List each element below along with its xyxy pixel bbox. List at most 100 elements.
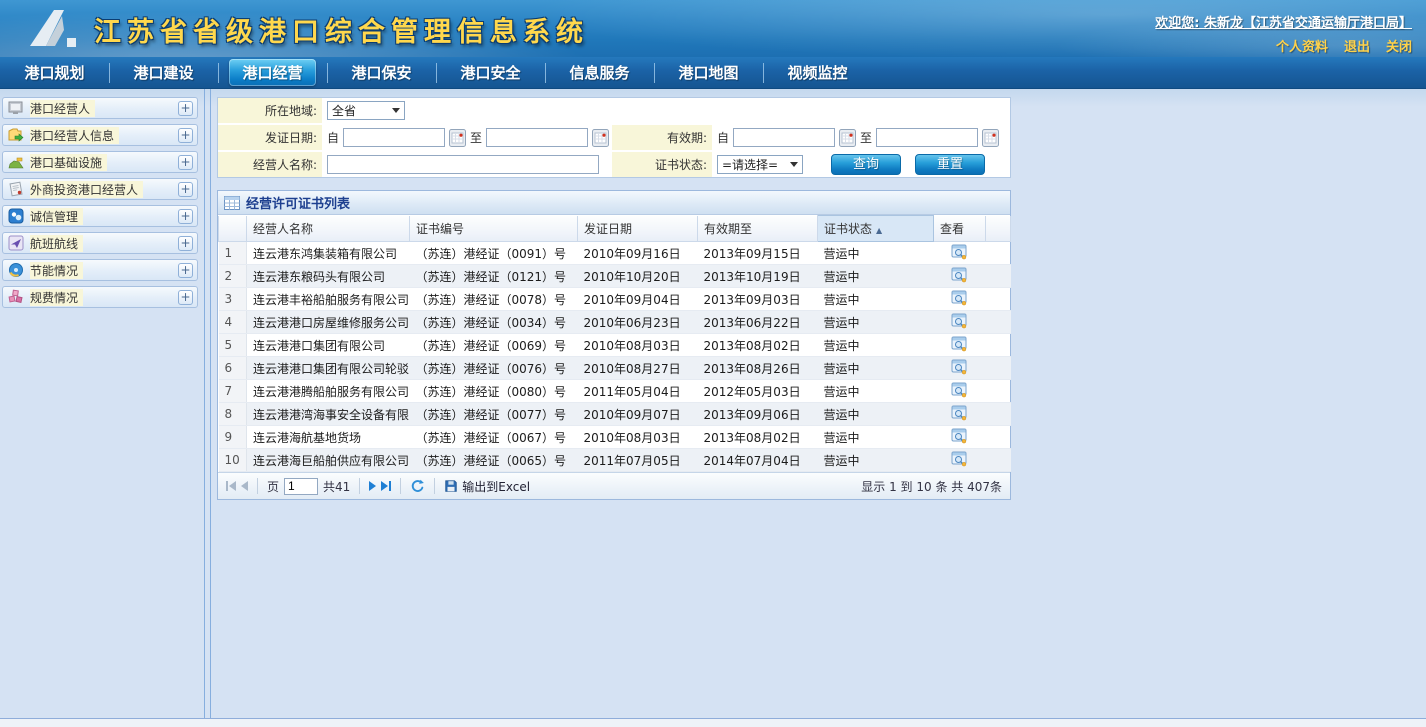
monitor-icon bbox=[8, 100, 25, 116]
close-link[interactable]: 关闭 bbox=[1386, 36, 1412, 55]
cert-status-cell: 营运中 bbox=[818, 380, 934, 403]
first-page-button[interactable] bbox=[226, 481, 236, 491]
sidebar-item[interactable]: 港口经营人信息 + bbox=[2, 124, 198, 146]
region-select-value: 全省 bbox=[332, 102, 356, 119]
valid-until-cell: 2013年06月22日 bbox=[698, 311, 818, 334]
col-issue-date[interactable]: 发证日期 bbox=[578, 216, 698, 242]
expand-plus-button[interactable]: + bbox=[178, 209, 193, 224]
page-input[interactable] bbox=[284, 478, 318, 495]
nav-tab[interactable]: 港口建设 bbox=[109, 57, 218, 89]
view-icon[interactable] bbox=[951, 359, 968, 375]
calendar-icon[interactable] bbox=[839, 129, 856, 147]
logout-link[interactable]: 退出 bbox=[1344, 36, 1370, 55]
from-label: 自 bbox=[327, 129, 339, 146]
export-excel-label: 输出到Excel bbox=[462, 478, 530, 495]
cert-status-cell: 营运中 bbox=[818, 449, 934, 472]
sidebar-item[interactable]: 航班航线 + bbox=[2, 232, 198, 254]
view-icon[interactable] bbox=[951, 382, 968, 398]
sidebar-divider bbox=[200, 89, 217, 718]
sidebar-item[interactable]: 节能情况 + bbox=[2, 259, 198, 281]
view-icon[interactable] bbox=[951, 405, 968, 421]
page-title: 江苏省省级港口综合管理信息系统 bbox=[94, 10, 589, 49]
expand-plus-button[interactable]: + bbox=[178, 290, 193, 305]
expand-plus-button[interactable]: + bbox=[178, 182, 193, 197]
main-nav: 港口规划港口建设港口经营港口保安港口安全信息服务港口地图视频监控 bbox=[0, 57, 1426, 89]
refresh-button[interactable] bbox=[410, 479, 425, 494]
expand-plus-button[interactable]: + bbox=[178, 155, 193, 170]
last-page-button[interactable] bbox=[381, 481, 391, 491]
table-icon bbox=[224, 196, 240, 210]
col-valid-until[interactable]: 有效期至 bbox=[698, 216, 818, 242]
to-label: 至 bbox=[470, 129, 482, 146]
reset-button[interactable]: 重置 bbox=[915, 154, 985, 175]
expand-plus-button[interactable]: + bbox=[178, 128, 193, 143]
row-number: 4 bbox=[219, 311, 247, 334]
validity-to-input[interactable] bbox=[876, 128, 978, 147]
nav-tab[interactable]: 港口安全 bbox=[436, 57, 545, 89]
issue-date-cell: 2010年09月07日 bbox=[578, 403, 698, 426]
cert-list-panel: 经营许可证书列表 经营人名称 证书编号 发证日期 有效期至 证书状态▲ bbox=[217, 190, 1011, 500]
record-summary: 显示 1 到 10 条 共 407条 bbox=[861, 478, 1002, 495]
operator-name-input[interactable] bbox=[327, 155, 599, 174]
table-row: 5 连云港港口集团有限公司 （苏连）港经证（0069）号 2010年08月03日… bbox=[219, 334, 1011, 357]
fee-cubes-icon bbox=[8, 289, 25, 305]
nav-tab[interactable]: 港口规划 bbox=[0, 57, 109, 89]
app-logo-icon bbox=[28, 8, 80, 50]
nav-tab[interactable]: 港口经营 bbox=[218, 57, 327, 89]
col-rownum bbox=[219, 216, 247, 242]
prev-page-button[interactable] bbox=[241, 481, 248, 491]
operator-name-cell: 连云港港口房屋维修服务公司 bbox=[247, 311, 410, 334]
table-row: 6 连云港港口集团有限公司轮驳... （苏连）港经证（0076）号 2010年0… bbox=[219, 357, 1011, 380]
col-operator-name[interactable]: 经营人名称 bbox=[247, 216, 410, 242]
panel-title-bar: 经营许可证书列表 bbox=[218, 191, 1010, 215]
profile-link[interactable]: 个人资料 bbox=[1276, 36, 1328, 55]
table-row: 3 连云港丰裕船舶服务有限公司 （苏连）港经证（0078）号 2010年09月0… bbox=[219, 288, 1011, 311]
cert-number-cell: （苏连）港经证（0069）号 bbox=[410, 334, 578, 357]
col-view[interactable]: 查看 bbox=[934, 216, 986, 242]
cert-table-body: 1 连云港东鸿集装箱有限公司 （苏连）港经证（0091）号 2010年09月16… bbox=[219, 242, 1011, 472]
cert-table: 经营人名称 证书编号 发证日期 有效期至 证书状态▲ 查看 1 连云港东鸿集装箱… bbox=[218, 215, 1011, 472]
validity-from-input[interactable] bbox=[733, 128, 835, 147]
nav-tab[interactable]: 视频监控 bbox=[763, 57, 872, 89]
cert-status-select[interactable]: =请选择= bbox=[717, 155, 803, 174]
view-icon[interactable] bbox=[951, 267, 968, 283]
cert-number-cell: （苏连）港经证（0091）号 bbox=[410, 242, 578, 265]
region-select[interactable]: 全省 bbox=[327, 101, 405, 120]
expand-plus-button[interactable]: + bbox=[178, 101, 193, 116]
issue-date-label: 发证日期: bbox=[218, 125, 322, 150]
nav-tab[interactable]: 港口保安 bbox=[327, 57, 436, 89]
expand-plus-button[interactable]: + bbox=[178, 236, 193, 251]
view-icon[interactable] bbox=[951, 244, 968, 260]
query-button[interactable]: 查询 bbox=[831, 154, 901, 175]
sidebar-item[interactable]: 诚信管理 + bbox=[2, 205, 198, 227]
calendar-icon[interactable] bbox=[592, 129, 609, 147]
expand-plus-button[interactable]: + bbox=[178, 263, 193, 278]
sidebar-item[interactable]: 港口经营人 + bbox=[2, 97, 198, 119]
search-row-name-status: 经营人名称: 证书状态: =请选择= 查询 重置 bbox=[218, 152, 1010, 177]
next-page-button[interactable] bbox=[369, 481, 376, 491]
view-icon[interactable] bbox=[951, 336, 968, 352]
issue-date-from-input[interactable] bbox=[343, 128, 445, 147]
export-excel-button[interactable]: 输出到Excel bbox=[444, 478, 530, 495]
col-cert-status[interactable]: 证书状态▲ bbox=[818, 216, 934, 242]
issue-date-cell: 2011年05月04日 bbox=[578, 380, 698, 403]
view-icon[interactable] bbox=[951, 313, 968, 329]
nav-tab[interactable]: 信息服务 bbox=[545, 57, 654, 89]
table-row: 2 连云港东粮码头有限公司 （苏连）港经证（0121）号 2010年10月20日… bbox=[219, 265, 1011, 288]
view-icon[interactable] bbox=[951, 428, 968, 444]
cert-number-cell: （苏连）港经证（0080）号 bbox=[410, 380, 578, 403]
view-icon[interactable] bbox=[951, 451, 968, 467]
valid-until-cell: 2014年07月04日 bbox=[698, 449, 818, 472]
calendar-icon[interactable] bbox=[982, 129, 999, 147]
nav-tab[interactable]: 港口地图 bbox=[654, 57, 763, 89]
sidebar-item[interactable]: 港口基础设施 + bbox=[2, 151, 198, 173]
sidebar-item[interactable]: 规费情况 + bbox=[2, 286, 198, 308]
view-icon[interactable] bbox=[951, 290, 968, 306]
calendar-icon[interactable] bbox=[449, 129, 466, 147]
issue-date-cell: 2010年09月04日 bbox=[578, 288, 698, 311]
sidebar-item[interactable]: 外商投资港口经营人 + bbox=[2, 178, 198, 200]
issue-date-to-input[interactable] bbox=[486, 128, 588, 147]
sidebar: 港口经营人 + 港口经营人信息 + 港口基础设施 + 外商投资港口经营人 + 诚… bbox=[0, 89, 200, 718]
col-cert-number[interactable]: 证书编号 bbox=[410, 216, 578, 242]
table-row: 9 连云港海航基地货场 （苏连）港经证（0067）号 2010年08月03日 2… bbox=[219, 426, 1011, 449]
